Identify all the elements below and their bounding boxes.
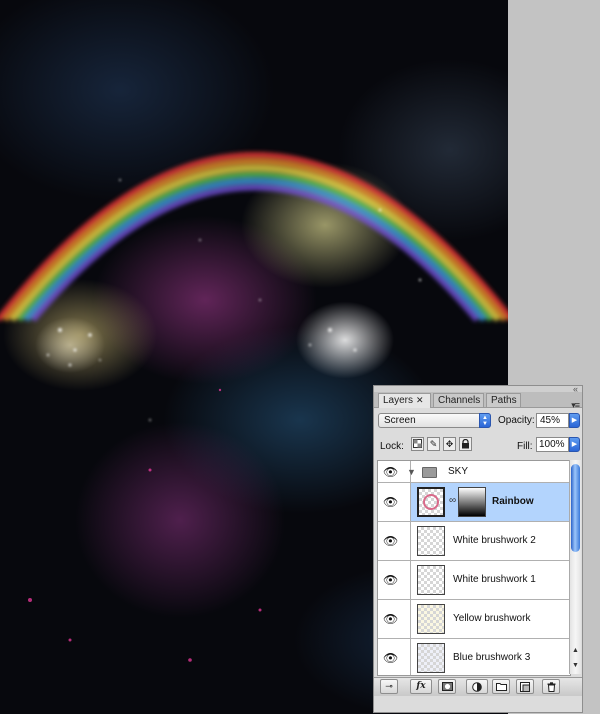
layer-row[interactable]: 👁 White brushwork 1 bbox=[378, 561, 570, 600]
lock-all-button[interactable] bbox=[459, 437, 472, 451]
delete-layer-button[interactable] bbox=[542, 679, 560, 694]
visibility-toggle[interactable]: 👁 bbox=[378, 483, 411, 521]
opacity-slider-button[interactable]: ▶ bbox=[569, 413, 580, 428]
expand-triangle-icon[interactable]: ▼ bbox=[407, 467, 416, 477]
opacity-label: Opacity: bbox=[498, 415, 535, 426]
move-icon: ✥ bbox=[445, 439, 454, 449]
eye-icon: 👁 bbox=[383, 651, 399, 665]
new-group-button[interactable] bbox=[492, 679, 510, 694]
eye-icon: 👁 bbox=[383, 464, 399, 479]
visibility-toggle[interactable]: 👁 bbox=[378, 561, 411, 599]
visibility-toggle[interactable]: 👁 bbox=[378, 639, 411, 675]
layer-row[interactable]: 👁 ∞ Rainbow bbox=[378, 483, 570, 522]
layer-list-scrollbar[interactable]: ▲ ▼ bbox=[569, 460, 581, 674]
layer-list[interactable]: 👁 ▼ SKY 👁 ∞ Rainbow 👁 White brushwork 2 … bbox=[377, 460, 571, 676]
tab-close-icon[interactable]: ✕ bbox=[416, 395, 424, 405]
lock-image-pixels-button[interactable]: ✎ bbox=[427, 437, 440, 451]
folder-icon bbox=[495, 683, 507, 691]
layer-thumbnail bbox=[417, 643, 445, 673]
folder-icon bbox=[422, 467, 437, 478]
select-arrows-icon: ▲ ▼ bbox=[479, 413, 491, 428]
trash-icon bbox=[547, 682, 555, 692]
checker-icon bbox=[413, 439, 422, 448]
scroll-up-icon[interactable]: ▲ bbox=[571, 646, 580, 655]
group-name: SKY bbox=[448, 465, 469, 477]
blend-mode-value: Screen bbox=[384, 415, 416, 426]
layer-thumbnail bbox=[417, 487, 445, 517]
new-layer-icon bbox=[520, 682, 530, 692]
half-circle-icon bbox=[472, 682, 482, 692]
layer-thumbnail bbox=[417, 565, 445, 595]
scroll-down-icon[interactable]: ▼ bbox=[571, 661, 580, 670]
add-mask-button[interactable] bbox=[438, 679, 456, 694]
tab-channels[interactable]: Channels bbox=[433, 393, 484, 407]
layer-row[interactable]: 👁 Blue brushwork 3 bbox=[378, 639, 570, 675]
panel-menu-icon[interactable]: ▾≡ bbox=[571, 400, 580, 411]
layer-row[interactable]: 👁 White brushwork 2 bbox=[378, 522, 570, 561]
tab-layers[interactable]: Layers ✕ bbox=[378, 393, 431, 408]
layers-panel: « Layers ✕ Channels Paths ▾≡ Screen ▲ ▼ Op… bbox=[373, 385, 583, 713]
lock-label: Lock: bbox=[380, 441, 404, 452]
scroll-thumb[interactable] bbox=[571, 464, 580, 552]
fx-label: fx bbox=[416, 681, 426, 691]
layer-thumbnail bbox=[417, 604, 445, 634]
eye-icon: 👁 bbox=[383, 495, 399, 509]
layer-name: White brushwork 2 bbox=[453, 535, 536, 546]
tab-channels-label: Channels bbox=[438, 395, 481, 406]
adjustment-layer-button[interactable] bbox=[466, 679, 488, 694]
tab-layers-label: Layers bbox=[383, 395, 414, 406]
layer-thumbnail bbox=[417, 526, 445, 556]
layer-name: Yellow brushwork bbox=[453, 613, 531, 624]
layer-mask-thumbnail[interactable] bbox=[458, 487, 486, 517]
chain-link-icon: ⊸ bbox=[385, 681, 393, 691]
fill-label: Fill: bbox=[517, 441, 533, 452]
mask-icon bbox=[441, 682, 453, 691]
fill-slider-button[interactable]: ▶ bbox=[569, 437, 580, 452]
lock-icon bbox=[462, 438, 469, 449]
link-layers-button[interactable]: ⊸ bbox=[380, 679, 398, 694]
layer-row[interactable]: 👁 Yellow brushwork bbox=[378, 600, 570, 639]
visibility-toggle[interactable]: 👁 bbox=[378, 522, 411, 560]
lock-position-button[interactable]: ✥ bbox=[443, 437, 456, 451]
layer-name: Blue brushwork 3 bbox=[453, 652, 531, 663]
layer-name: Rainbow bbox=[492, 496, 534, 507]
eye-icon: 👁 bbox=[383, 573, 399, 587]
panel-tabs: Layers ✕ Channels Paths ▾≡ bbox=[374, 392, 582, 411]
layer-name: White brushwork 1 bbox=[453, 574, 536, 585]
brush-icon: ✎ bbox=[429, 439, 438, 449]
new-layer-button[interactable] bbox=[516, 679, 534, 694]
lock-transparent-pixels-button[interactable] bbox=[411, 437, 424, 451]
layer-style-button[interactable]: fx bbox=[410, 679, 432, 694]
eye-icon: 👁 bbox=[383, 612, 399, 626]
chain-link-icon[interactable]: ∞ bbox=[449, 495, 456, 506]
opacity-input[interactable]: 45% bbox=[536, 413, 569, 428]
tab-paths-label: Paths bbox=[491, 395, 517, 406]
fill-input[interactable]: 100% bbox=[536, 437, 569, 452]
blend-mode-select[interactable]: Screen ▲ ▼ bbox=[378, 413, 491, 428]
layer-group-sky[interactable]: 👁 ▼ SKY bbox=[378, 461, 570, 483]
layers-toolbar: ⊸ fx bbox=[374, 677, 582, 696]
tab-paths[interactable]: Paths bbox=[486, 393, 521, 407]
rainbow-thumbnail-art bbox=[423, 494, 439, 510]
eye-icon: 👁 bbox=[383, 534, 399, 548]
visibility-toggle[interactable]: 👁 bbox=[378, 600, 411, 638]
